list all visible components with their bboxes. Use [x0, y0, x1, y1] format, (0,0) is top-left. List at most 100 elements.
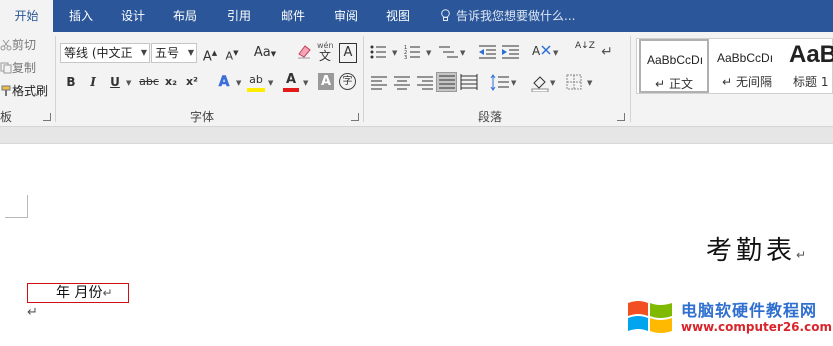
distributed-button[interactable] [460, 74, 478, 92]
style-no-spacing-sample: AaBbCcDı [717, 51, 774, 65]
font-name-combo[interactable]: 等线 (中文正 ▼ [60, 43, 150, 63]
tab-references[interactable]: 引用 [218, 0, 260, 32]
sort-button[interactable]: A↓Z [575, 41, 595, 65]
chevron-down-icon[interactable]: ▼ [550, 79, 555, 87]
character-border-button[interactable]: A [339, 43, 357, 63]
underline-button[interactable]: U [108, 72, 122, 92]
chevron-down-icon[interactable]: ▼ [126, 79, 131, 87]
tab-view[interactable]: 视图 [377, 0, 419, 32]
style-heading-1-name: 标题 1 [793, 75, 829, 89]
document-title[interactable]: 考勤表↵ [706, 230, 806, 267]
cut-button[interactable]: 剪切 [0, 36, 36, 54]
tell-me-text: 告诉我您想要做什么... [456, 9, 576, 23]
tell-me-box[interactable]: 告诉我您想要做什么... [440, 0, 575, 32]
style-heading-1[interactable]: AaB 标题 1 [783, 39, 833, 93]
font-color-swatch [283, 88, 299, 92]
font-launcher[interactable] [351, 113, 359, 121]
character-border-icon: A [343, 45, 353, 60]
chevron-down-icon[interactable]: ▼ [460, 49, 465, 57]
superscript-button[interactable]: x² [184, 72, 200, 92]
highlight-button[interactable]: ab [247, 70, 265, 92]
format-painter-label: 格式刷 [12, 84, 49, 98]
chevron-down-icon[interactable]: ▼ [511, 79, 516, 87]
style-normal-sample: AaBbCcDı [647, 53, 704, 67]
character-shading-button[interactable]: A [318, 73, 334, 90]
month-line-selection[interactable]: 年 月份↵ [27, 283, 129, 303]
borders-button[interactable] [566, 74, 582, 90]
pilcrow-icon: ↵ [601, 44, 613, 60]
chevron-down-icon[interactable]: ▼ [392, 49, 397, 57]
align-right-button[interactable] [416, 76, 434, 90]
svg-text:3: 3 [404, 55, 407, 60]
empty-paragraph[interactable]: ↵ [27, 305, 38, 320]
paragraph-launcher[interactable] [617, 113, 625, 121]
font-size-combo[interactable]: 五号 ▼ [151, 43, 197, 63]
scissors-icon [0, 39, 12, 51]
chevron-down-icon[interactable]: ▼ [587, 79, 592, 87]
multilevel-list-button[interactable] [438, 44, 460, 60]
clear-formatting-button[interactable] [296, 43, 312, 63]
grow-font-icon: A [202, 49, 212, 65]
clipboard-group-label: 板 [0, 110, 13, 124]
font-color-icon: A [285, 72, 297, 87]
sort-icon: A↓Z [575, 41, 595, 51]
text-effects-button[interactable]: A [216, 72, 232, 92]
justify-button[interactable] [436, 72, 457, 92]
shading-button[interactable] [531, 74, 549, 92]
eraser-icon [298, 45, 311, 59]
subscript-button[interactable]: x₂ [163, 72, 179, 92]
copy-button[interactable]: 复制 [0, 59, 36, 77]
chevron-down-icon[interactable]: ▼ [303, 79, 308, 87]
chevron-down-icon[interactable]: ▼ [268, 79, 273, 87]
document-gutter [0, 127, 833, 144]
format-painter-button[interactable]: 格式刷 [0, 82, 48, 100]
margin-corner-mark [5, 195, 28, 218]
change-case-button[interactable]: Aa▼ [252, 43, 278, 63]
italic-button[interactable]: I [86, 72, 100, 92]
font-group-label: 字体 [190, 110, 215, 124]
watermark-url: www.computer26.com [681, 320, 832, 334]
tab-layout[interactable]: 布局 [164, 0, 206, 32]
style-normal-name: ↵ 正文 [655, 77, 693, 91]
brush-icon [1, 85, 11, 96]
align-center-button[interactable] [393, 76, 411, 90]
copy-icon [0, 62, 12, 74]
chevron-down-icon: ▼ [187, 48, 194, 57]
bold-button[interactable]: B [64, 72, 78, 92]
highlight-color-swatch [247, 88, 265, 92]
tab-home[interactable]: 开始 [0, 0, 53, 32]
clipboard-launcher[interactable] [43, 113, 51, 121]
month-line-text: 年 月份 [56, 285, 103, 301]
asian-layout-button[interactable]: A [532, 42, 552, 60]
paragraph-group-label: 段落 [478, 110, 503, 124]
chevron-down-icon[interactable]: ▼ [553, 49, 558, 57]
chevron-down-icon[interactable]: ▼ [426, 49, 431, 57]
chevron-down-icon[interactable]: ▼ [236, 79, 241, 87]
style-no-spacing[interactable]: AaBbCcDı ↵ 无间隔 [711, 39, 783, 93]
decrease-indent-button[interactable] [478, 44, 498, 60]
style-normal[interactable]: AaBbCcDı ↵ 正文 [639, 39, 709, 93]
grow-font-button[interactable]: A▲ [202, 43, 218, 65]
phonetic-guide-button[interactable]: wén 文 [317, 41, 334, 65]
tab-mailings[interactable]: 邮件 [272, 0, 314, 32]
show-formatting-marks-button[interactable]: ↵ [600, 42, 614, 62]
line-spacing-button[interactable] [490, 74, 510, 92]
copy-label: 复制 [12, 61, 37, 75]
align-left-button[interactable] [370, 76, 388, 90]
shrink-font-icon: A [225, 49, 234, 63]
increase-indent-button[interactable] [501, 44, 521, 60]
highlighter-icon: ab [249, 73, 263, 86]
shrink-font-button[interactable]: A▼ [224, 43, 240, 63]
enclose-characters-button[interactable]: 字 [339, 73, 356, 90]
tab-insert[interactable]: 插入 [60, 0, 102, 32]
ribbon-tab-bar: 开始 插入 设计 布局 引用 邮件 审阅 视图 告诉我您想要做什么... [0, 0, 833, 32]
tab-design[interactable]: 设计 [112, 0, 154, 32]
group-separator [363, 36, 364, 122]
strikethrough-button[interactable]: abc [139, 72, 159, 92]
cut-label: 剪切 [12, 38, 37, 52]
bullets-button[interactable] [370, 44, 392, 60]
font-color-button[interactable]: A [283, 70, 299, 92]
tab-review[interactable]: 审阅 [325, 0, 367, 32]
numbering-button[interactable]: 1 2 3 [404, 44, 426, 60]
watermark-title: 电脑软硬件教程网 [681, 301, 818, 320]
